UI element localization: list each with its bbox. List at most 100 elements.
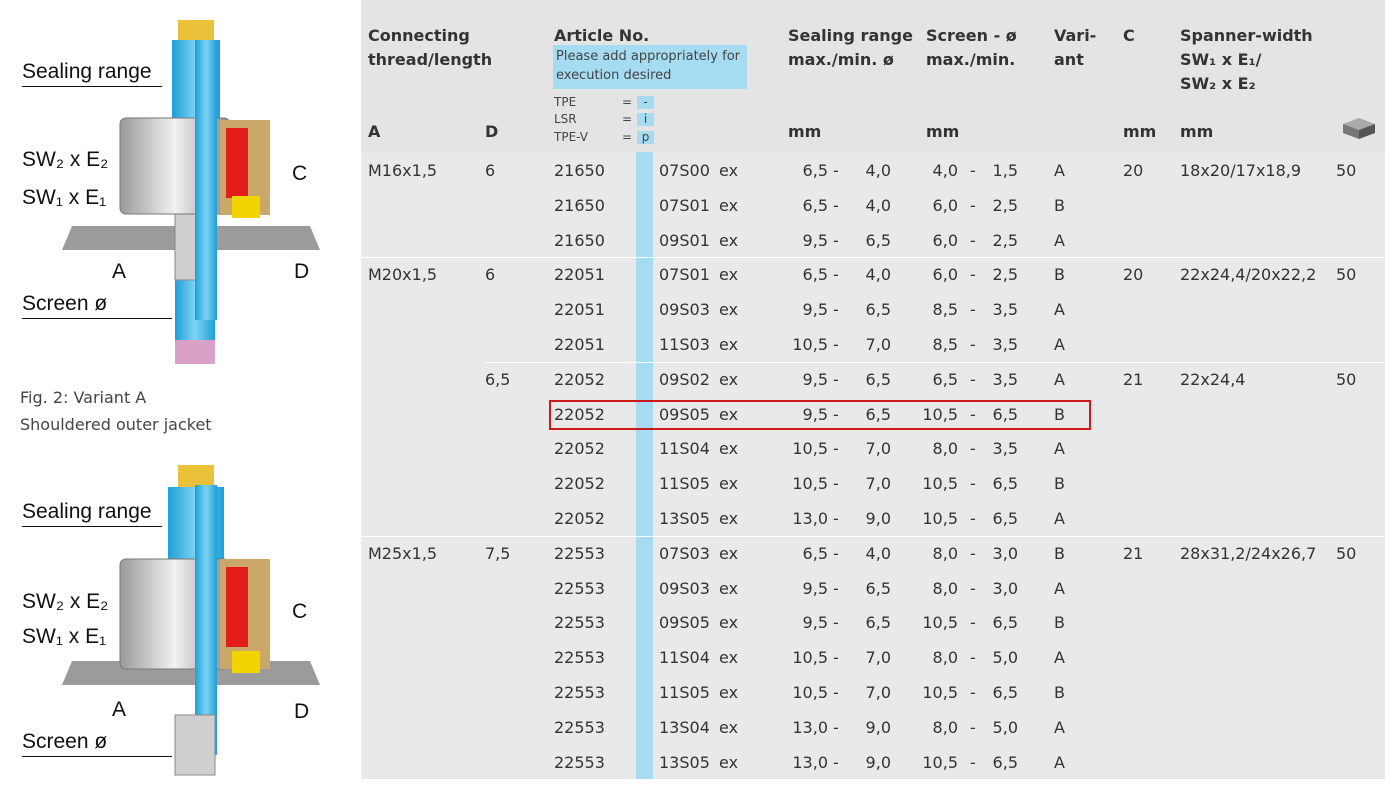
col-sealing-max: 9,5	[802, 230, 828, 250]
subheader-mm-c: mm	[1123, 122, 1157, 141]
col-screen-dash: -	[970, 230, 976, 250]
table-row: 22553 11S05 ex B 10,5 7,0 10,5 6,5- -	[361, 676, 1385, 711]
col-sealing-max: 9,5	[802, 369, 828, 389]
product-table: Connecting thread/length Article No. Ple…	[361, 0, 1385, 779]
col-article: 21650	[554, 195, 605, 215]
label-d: D	[294, 700, 310, 723]
col-ex: ex	[719, 578, 739, 598]
col-ex: ex	[719, 683, 739, 702]
col-sealing-max: 13,0	[792, 752, 828, 772]
header-spanner-line1: Spanner-width	[1180, 26, 1313, 45]
label-d: D	[294, 260, 310, 283]
header-screen-line2: max./min.	[926, 50, 1016, 69]
leader-line	[22, 526, 162, 527]
col-article: 22553	[554, 717, 605, 737]
col-article: 22553	[554, 613, 605, 633]
header-sealing: Sealing range max./min. ø	[788, 24, 913, 72]
col-sealing-max: 6,5	[802, 265, 828, 285]
table-row: 22052 13S05 ex A 13,0 9,0 10,5 6,5- -	[361, 502, 1385, 537]
header-spanner: Spanner-width SW₁ x E₁/ SW₂ x E₂	[1180, 24, 1313, 96]
col-execution-code: 11S05	[659, 683, 710, 702]
col-pack-qty: 50	[1336, 543, 1357, 563]
subheader-mm-screen: mm	[926, 122, 960, 141]
table-row: 22553 09S05 ex B 9,5 6,5 10,5 6,5- -	[361, 606, 1385, 641]
label-sealing-range: Sealing range	[22, 500, 152, 523]
col-screen-max: 10,5	[922, 683, 958, 702]
table-row: 21650 07S01 ex B 6,5 4,0 6,0 2,5- -	[361, 189, 1385, 224]
code-tpev-eq: =	[622, 130, 633, 144]
col-ex: ex	[719, 613, 739, 633]
table-row: 22553 13S04 ex A 13,0 9,0 8,0 5,0- -	[361, 711, 1385, 746]
col-sealing-dash: -	[833, 613, 839, 633]
col-thread: M25x1,5	[368, 543, 438, 563]
col-ex: ex	[719, 648, 739, 668]
code-tpev-name: TPE-V	[554, 130, 588, 144]
col-screen-dash: -	[970, 439, 976, 459]
col-ex: ex	[719, 543, 739, 563]
col-article: 22553	[554, 543, 605, 563]
label-sealing-range: Sealing range	[22, 60, 152, 83]
col-sealing-dash: -	[833, 300, 839, 320]
col-c: 21	[1123, 543, 1144, 563]
header-screen: Screen - ø max./min.	[926, 24, 1017, 72]
col-sealing-min: 7,0	[865, 439, 891, 459]
col-sealing-min: 4,0	[865, 195, 891, 215]
col-variant: A	[1054, 509, 1065, 528]
col-variant: B	[1054, 265, 1065, 285]
col-screen-dash: -	[970, 195, 976, 215]
group-divider	[361, 535, 1385, 537]
col-screen-max: 8,0	[932, 439, 958, 459]
col-sealing-dash: -	[833, 578, 839, 598]
col-sealing-dash: -	[833, 717, 839, 737]
col-sealing-min: 7,0	[865, 335, 891, 354]
table-row: 22553 09S03 ex A 9,5 6,5 8,0 3,0- -	[361, 572, 1385, 607]
col-sealing-min: 6,5	[865, 613, 891, 633]
table-row: 6,5 22052 09S02 ex A 21 22x24,4 50 9,5 6,5 6,5 3,5-…	[361, 363, 1385, 398]
col-article: 21650	[554, 230, 605, 250]
caption-line-2: Shouldered outer jacket	[20, 415, 212, 434]
col-sealing-max: 6,5	[802, 161, 828, 180]
col-ex: ex	[719, 265, 739, 285]
col-article: 22052	[554, 474, 605, 494]
col-sealing-dash: -	[833, 752, 839, 772]
subheader-d: D	[485, 122, 499, 141]
col-sealing-min: 9,0	[865, 717, 891, 737]
col-variant: B	[1054, 543, 1065, 563]
code-tpe-name: TPE	[554, 95, 577, 109]
col-pack-qty: 50	[1336, 369, 1357, 389]
col-execution-code: 11S05	[659, 474, 710, 494]
code-lsr-name: LSR	[554, 112, 577, 126]
col-ex: ex	[719, 161, 739, 180]
col-sealing-dash: -	[833, 265, 839, 285]
col-screen-dash: -	[970, 509, 976, 528]
col-sealing-dash: -	[833, 369, 839, 389]
col-variant: A	[1054, 717, 1065, 737]
header-variant-line1: Vari-	[1054, 26, 1097, 45]
col-execution-code: 09S02	[659, 369, 710, 389]
col-screen-max: 8,0	[932, 578, 958, 598]
col-variant: A	[1054, 439, 1065, 459]
col-sealing-dash: -	[833, 509, 839, 528]
col-screen-dash: -	[970, 683, 976, 702]
table-row: 22052 11S04 ex A 10,5 7,0 8,0 3,5- -	[361, 432, 1385, 467]
col-c: 20	[1123, 265, 1144, 285]
col-length: 6	[485, 161, 496, 180]
col-execution-code: 11S04	[659, 439, 710, 459]
col-sealing-min: 7,0	[865, 683, 891, 702]
col-screen-max: 8,0	[932, 717, 958, 737]
col-variant: B	[1054, 195, 1065, 215]
header-screen-line1: Screen - ø	[926, 26, 1017, 45]
col-article: 22051	[554, 335, 605, 354]
col-sealing-max: 9,5	[802, 613, 828, 633]
col-screen-dash: -	[970, 300, 976, 320]
col-sealing-max: 9,5	[802, 300, 828, 320]
col-execution-code: 13S04	[659, 717, 710, 737]
label-a: A	[112, 260, 127, 283]
col-screen-max: 6,0	[932, 265, 958, 285]
col-sealing-max: 9,5	[802, 578, 828, 598]
col-execution-code: 07S00	[659, 161, 710, 180]
col-execution-code: 07S03	[659, 543, 710, 563]
col-sealing-min: 6,5	[865, 230, 891, 250]
col-ex: ex	[719, 509, 739, 528]
col-screen-max: 10,5	[922, 613, 958, 633]
